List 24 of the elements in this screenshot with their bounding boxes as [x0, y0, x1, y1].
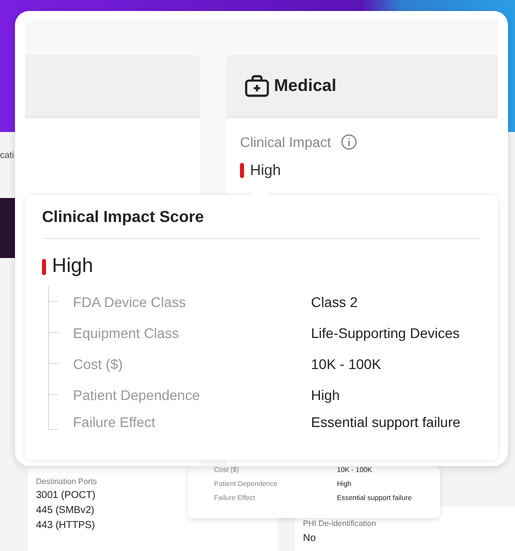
- field-label: Clinical Impact: [240, 134, 332, 150]
- row-label: Patient Dependence: [73, 386, 201, 402]
- port-value: 443 (HTTPS): [36, 520, 95, 531]
- port-value: 3001 (POCT): [36, 490, 96, 501]
- port-value: 445 (SMBv2): [36, 505, 94, 516]
- medical-kit-icon: [244, 73, 270, 99]
- score-value: High: [52, 255, 94, 278]
- field-value: High: [250, 162, 281, 179]
- tooltip-title: Clinical Impact Score: [42, 209, 205, 227]
- info-icon[interactable]: [341, 134, 358, 150]
- row-label: Failure Effect: [73, 414, 156, 430]
- row-value: Life-Supporting Devices: [311, 324, 460, 340]
- row-label: Cost ($): [73, 356, 124, 372]
- row-value: High: [311, 386, 340, 402]
- row-label: FDA Device Class: [73, 294, 187, 310]
- tab-label: cati: [0, 150, 14, 160]
- field-value: No: [303, 533, 316, 544]
- row-label: Equipment Class: [73, 324, 180, 340]
- field-label: PHI De-identification: [303, 519, 376, 528]
- panel-title: Medical: [274, 76, 336, 96]
- row-value: 10K - 100K: [311, 356, 382, 372]
- field-label: Destination Ports: [36, 477, 97, 486]
- row-value: Class 2: [311, 294, 358, 310]
- row-value: Essential support failure: [311, 414, 460, 430]
